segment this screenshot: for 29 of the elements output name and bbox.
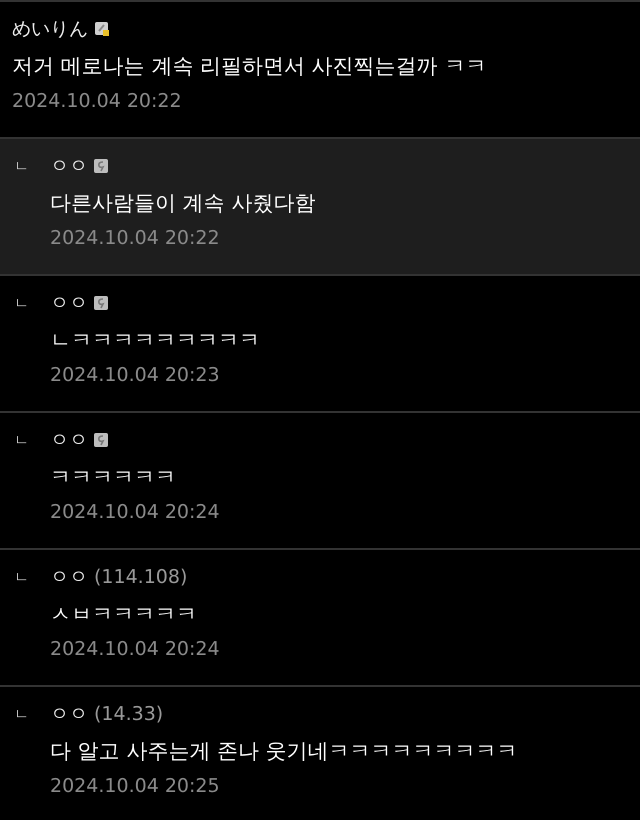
reply-marker: ㄴ	[14, 704, 30, 725]
reply-text: 다른사람들이 계속 사줬다함	[50, 190, 316, 217]
reply-marker: ㄴ	[14, 293, 30, 314]
reply-date: 2024.10.04 20:23	[50, 364, 221, 386]
badge-icon	[94, 159, 108, 173]
reply-marker: ㄴ	[14, 430, 30, 451]
reply-date: 2024.10.04 20:24	[50, 638, 220, 660]
reply-marker: ㄴ	[14, 156, 30, 177]
reply-date: 2024.10.04 20:24	[50, 501, 220, 523]
nickname: ㅇㅇ	[50, 565, 88, 590]
member-badge-icon	[94, 21, 110, 37]
badge-icon	[94, 296, 108, 310]
reply-text: ㅅㅂㅋㅋㅋㅋㅋ	[50, 601, 198, 628]
ip-address: (114.108)	[94, 566, 188, 588]
reply-date: 2024.10.04 20:25	[50, 775, 221, 797]
reply-marker: ㄴ	[14, 567, 30, 588]
reply-text: 다 알고 사주는게 존나 웃기네ㅋㅋㅋㅋㅋㅋㅋㅋㅋ	[50, 738, 518, 765]
reply-text: ㅋㅋㅋㅋㅋㅋ	[50, 464, 177, 491]
nickname: ㅇㅇ	[50, 428, 88, 453]
reply-text: ㄴㅋㅋㅋㅋㅋㅋㅋㅋㅋ	[50, 327, 260, 354]
nickname: ㅇㅇ	[50, 291, 88, 316]
comment-text: 저거 메로나는 계속 리필하면서 사진찍는걸까 ㅋㅋ	[12, 53, 486, 80]
comment-date: 2024.10.04 20:22	[12, 90, 183, 112]
nickname: ㅇㅇ	[50, 154, 88, 179]
ip-address: (14.33)	[94, 703, 164, 725]
badge-icon	[94, 433, 108, 447]
reply-date: 2024.10.04 20:22	[50, 227, 221, 249]
nickname: めいりん	[12, 17, 88, 42]
nickname: ㅇㅇ	[50, 702, 88, 727]
